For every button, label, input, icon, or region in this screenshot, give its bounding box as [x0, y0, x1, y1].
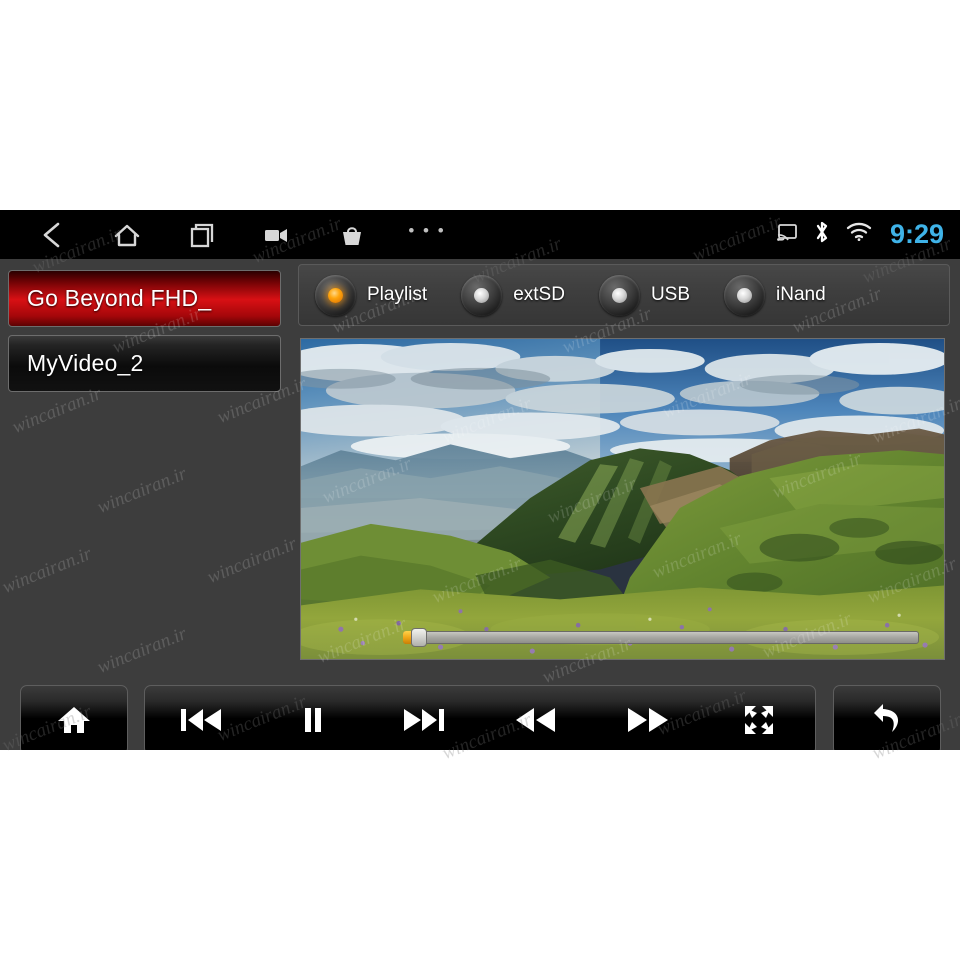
source-label: extSD	[513, 284, 565, 305]
playlist-panel: Go Beyond FHD_ MyVideo_2	[0, 259, 290, 665]
rewind-icon	[515, 708, 555, 732]
previous-track-button[interactable]	[145, 686, 257, 750]
fullscreen-button[interactable]	[703, 686, 815, 750]
seek-track[interactable]	[403, 631, 919, 644]
playlist-item[interactable]: MyVideo_2	[8, 335, 281, 392]
previous-track-icon	[180, 709, 221, 731]
shopping-bag-icon[interactable]	[328, 211, 376, 259]
source-selector-bar: Playlist extSD USB iNand	[298, 264, 950, 326]
transport-bar	[0, 665, 960, 750]
video-camera-icon[interactable]	[253, 211, 301, 259]
radio-button-usb[interactable]	[598, 274, 640, 316]
head-unit-app-window: • • • 9:29 Go Beyond FHD_ MyVideo_2 Play…	[0, 210, 960, 750]
source-label: USB	[650, 284, 691, 305]
playlist-item-label: Go Beyond FHD_	[27, 285, 212, 311]
back-button[interactable]	[833, 685, 941, 750]
recents-icon[interactable]	[178, 211, 226, 259]
back-icon[interactable]	[28, 211, 76, 259]
android-status-bar: • • • 9:29	[0, 210, 960, 259]
radio-button-inand[interactable]	[724, 274, 766, 316]
overflow-menu-icon[interactable]: • • •	[403, 211, 451, 259]
video-surface[interactable]	[300, 338, 945, 660]
video-seek-bar[interactable]	[403, 628, 919, 647]
playlist-item-selected[interactable]: Go Beyond FHD_	[8, 270, 281, 327]
source-label: iNand	[776, 284, 826, 305]
next-track-icon	[404, 709, 445, 731]
app-main-area: Go Beyond FHD_ MyVideo_2 Playlist extSD …	[0, 259, 960, 665]
radio-button-playlist[interactable]	[315, 274, 356, 316]
rewind-button[interactable]	[480, 686, 592, 750]
home-icon[interactable]	[103, 211, 151, 259]
seek-thumb-handle[interactable]	[411, 628, 427, 647]
radio-indicator-icon	[737, 287, 753, 303]
fullscreen-icon	[745, 706, 774, 734]
screen-cast-icon[interactable]	[776, 223, 798, 247]
return-arrow-icon	[874, 704, 899, 732]
bluetooth-icon[interactable]	[812, 220, 832, 249]
source-label: Playlist	[367, 284, 428, 305]
source-option-inand[interactable]: iNand	[724, 274, 826, 316]
radio-indicator-icon	[328, 287, 343, 303]
source-option-playlist[interactable]: Playlist	[315, 274, 428, 316]
system-status-icon-group: 9:29	[776, 210, 944, 259]
next-track-button[interactable]	[368, 686, 480, 750]
wifi-icon[interactable]	[846, 222, 872, 247]
fast-forward-button[interactable]	[592, 686, 704, 750]
radio-indicator-icon	[611, 287, 627, 303]
player-panel: Playlist extSD USB iNand	[290, 259, 960, 665]
home-button[interactable]	[20, 685, 128, 750]
playback-controls-group	[144, 685, 816, 750]
radio-button-extsd[interactable]	[461, 274, 503, 316]
radio-indicator-icon	[474, 287, 490, 303]
navigation-icon-group: • • •	[28, 211, 451, 259]
seek-progress-fill	[403, 631, 411, 644]
video-frame-image	[301, 339, 944, 659]
screenshot-canvas: • • • 9:29 Go Beyond FHD_ MyVideo_2 Play…	[0, 0, 960, 960]
source-option-extsd[interactable]: extSD	[461, 274, 565, 316]
source-option-usb[interactable]: USB	[598, 274, 691, 316]
pause-icon	[304, 708, 321, 732]
playlist-item-label: MyVideo_2	[27, 350, 144, 376]
status-bar-clock: 9:29	[889, 219, 944, 249]
overflow-menu-label: • • •	[408, 220, 446, 240]
fast-forward-icon	[627, 708, 668, 732]
pause-button[interactable]	[257, 686, 369, 750]
home-icon	[58, 707, 90, 733]
